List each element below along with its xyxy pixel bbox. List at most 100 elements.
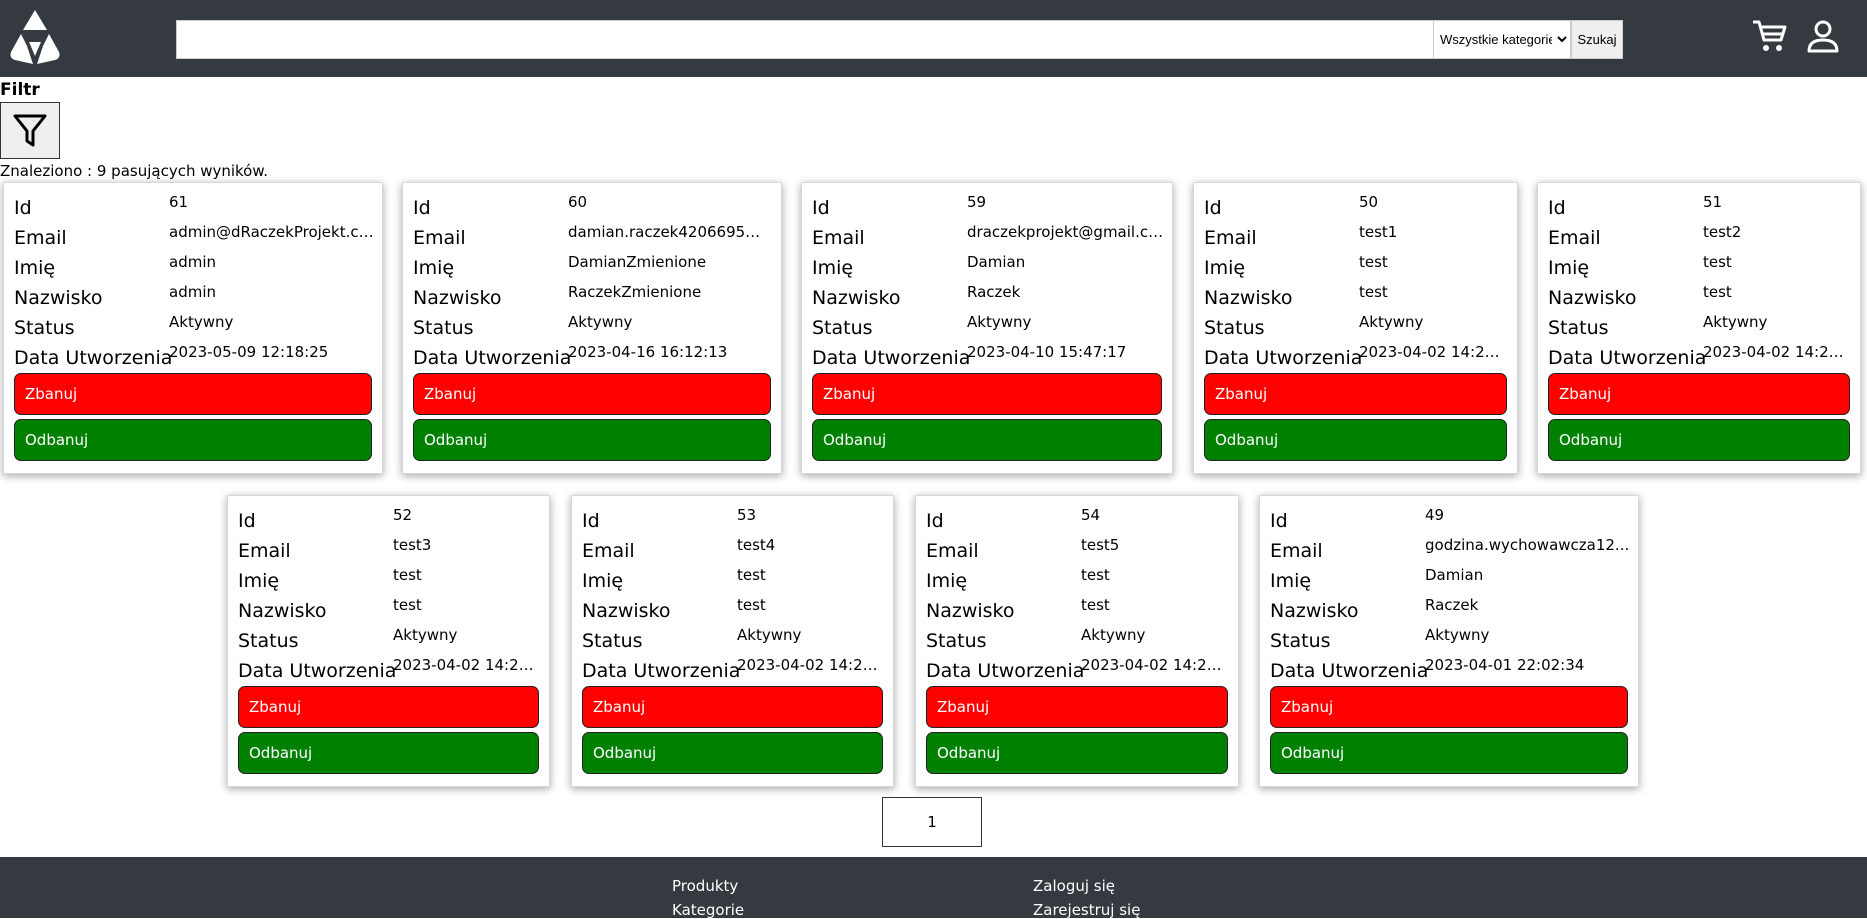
field-label: Data Utworzenia: [812, 347, 971, 369]
unban-button[interactable]: Odbanuj: [238, 732, 539, 774]
cart-icon[interactable]: [1752, 18, 1788, 54]
field-label: Email: [1548, 227, 1601, 249]
pagination-page-1[interactable]: 1: [882, 797, 982, 847]
field-value: 2023-04-02 14:23:32: [1359, 343, 1509, 361]
field-value: Aktywny: [568, 313, 633, 331]
field-label: Status: [413, 317, 474, 339]
field-label: Data Utworzenia: [413, 347, 572, 369]
field-label: Email: [1270, 540, 1323, 562]
field-value: draczekprojekt@gmail.com: [967, 223, 1164, 241]
ban-button[interactable]: Zbanuj: [1548, 373, 1850, 415]
field-value: damian.raczek4206695@gmail.com: [568, 223, 773, 241]
user-card: Id 59 Email draczekprojekt@gmail.com Imię D…: [801, 182, 1173, 474]
field-value: test: [393, 596, 422, 614]
field-value: Aktywny: [967, 313, 1032, 331]
field-value: 2023-04-10 15:47:17: [967, 343, 1127, 361]
field-value: test2: [1703, 223, 1742, 241]
field-value: 2023-04-16 16:12:13: [568, 343, 728, 361]
field-value: RaczekZmienione: [568, 283, 702, 301]
field-label: Id: [238, 510, 256, 532]
field-value: godzina.wychowawcza12...: [1425, 536, 1630, 554]
field-value: Raczek: [1425, 596, 1479, 614]
unban-button[interactable]: Odbanuj: [812, 419, 1162, 461]
field-label: Data Utworzenia: [1204, 347, 1363, 369]
field-value: 54: [1081, 506, 1101, 524]
field-value: 2023-04-01 22:02:34: [1425, 656, 1585, 674]
field-value: admin: [169, 283, 216, 301]
field-label: Nazwisko: [413, 287, 502, 309]
field-label: Id: [1204, 197, 1222, 219]
field-label: Imię: [926, 570, 968, 592]
field-label: Data Utworzenia: [238, 660, 397, 682]
unban-button[interactable]: Odbanuj: [926, 732, 1228, 774]
field-label: Nazwisko: [926, 600, 1015, 622]
field-label: Id: [926, 510, 944, 532]
logo-icon[interactable]: [3, 6, 67, 68]
field-value: DamianZmienione: [568, 253, 707, 271]
filter-button[interactable]: [0, 102, 60, 159]
field-label: Data Utworzenia: [926, 660, 1085, 682]
search-button[interactable]: Szukaj: [1571, 20, 1623, 59]
user-card: Id 52 Email test3 Imię test Nazwisko test St…: [227, 495, 550, 787]
ban-button[interactable]: Zbanuj: [582, 686, 883, 728]
field-label: Id: [14, 197, 32, 219]
field-value: test: [1359, 283, 1388, 301]
field-label: Email: [582, 540, 635, 562]
field-label: Imię: [1270, 570, 1312, 592]
filter-label: Filtr: [0, 80, 40, 100]
unban-button[interactable]: Odbanuj: [1548, 419, 1850, 461]
user-card: Id 60 Email damian.raczek4206695@gmail.com…: [402, 182, 782, 474]
category-select[interactable]: Wszystkie kategorie: [1433, 20, 1571, 59]
filter-icon: [13, 114, 47, 146]
field-label: Nazwisko: [238, 600, 327, 622]
field-value: 49: [1425, 506, 1445, 524]
field-value: test3: [393, 536, 432, 554]
unban-button[interactable]: Odbanuj: [413, 419, 771, 461]
field-value: test4: [737, 536, 776, 554]
footer-link-login[interactable]: Zaloguj się: [1033, 877, 1115, 895]
field-label: Data Utworzenia: [582, 660, 741, 682]
footer-link-register[interactable]: Zarejestruj się: [1033, 901, 1140, 919]
field-value: Aktywny: [169, 313, 234, 331]
unban-button[interactable]: Odbanuj: [1270, 732, 1628, 774]
field-value: Aktywny: [1359, 313, 1424, 331]
footer-link-products[interactable]: Produkty: [672, 877, 738, 895]
field-value: test: [1703, 283, 1732, 301]
unban-button[interactable]: Odbanuj: [14, 419, 372, 461]
field-label: Email: [14, 227, 67, 249]
user-card: Id 61 Email admin@dRaczekProjekt.com Imię a…: [3, 182, 383, 474]
ban-button[interactable]: Zbanuj: [238, 686, 539, 728]
field-value: Aktywny: [1703, 313, 1768, 331]
field-label: Data Utworzenia: [1548, 347, 1707, 369]
field-value: 51: [1703, 193, 1723, 211]
field-value: 50: [1359, 193, 1379, 211]
field-label: Imię: [1548, 257, 1590, 279]
user-icon[interactable]: [1806, 19, 1840, 53]
field-label: Id: [413, 197, 431, 219]
field-value: Damian: [967, 253, 1026, 271]
field-value: test5: [1081, 536, 1120, 554]
unban-button[interactable]: Odbanuj: [582, 732, 883, 774]
ban-button[interactable]: Zbanuj: [812, 373, 1162, 415]
field-label: Data Utworzenia: [14, 347, 173, 369]
ban-button[interactable]: Zbanuj: [1270, 686, 1628, 728]
ban-button[interactable]: Zbanuj: [926, 686, 1228, 728]
field-label: Imię: [812, 257, 854, 279]
ban-button[interactable]: Zbanuj: [1204, 373, 1507, 415]
search-input[interactable]: [176, 20, 1433, 59]
field-label: Email: [926, 540, 979, 562]
ban-button[interactable]: Zbanuj: [413, 373, 771, 415]
unban-button[interactable]: Odbanuj: [1204, 419, 1507, 461]
field-value: test: [737, 596, 766, 614]
ban-button[interactable]: Zbanuj: [14, 373, 372, 415]
search-bar: Wszystkie kategorie Szukaj: [176, 20, 1623, 59]
field-value: 59: [967, 193, 987, 211]
field-value: Aktywny: [1425, 626, 1490, 644]
field-value: Damian: [1425, 566, 1484, 584]
field-value: Aktywny: [393, 626, 458, 644]
field-value: test: [1703, 253, 1732, 271]
field-label: Nazwisko: [1204, 287, 1293, 309]
field-value: test: [1359, 253, 1388, 271]
footer-link-categories[interactable]: Kategorie: [672, 901, 744, 919]
field-label: Email: [413, 227, 466, 249]
